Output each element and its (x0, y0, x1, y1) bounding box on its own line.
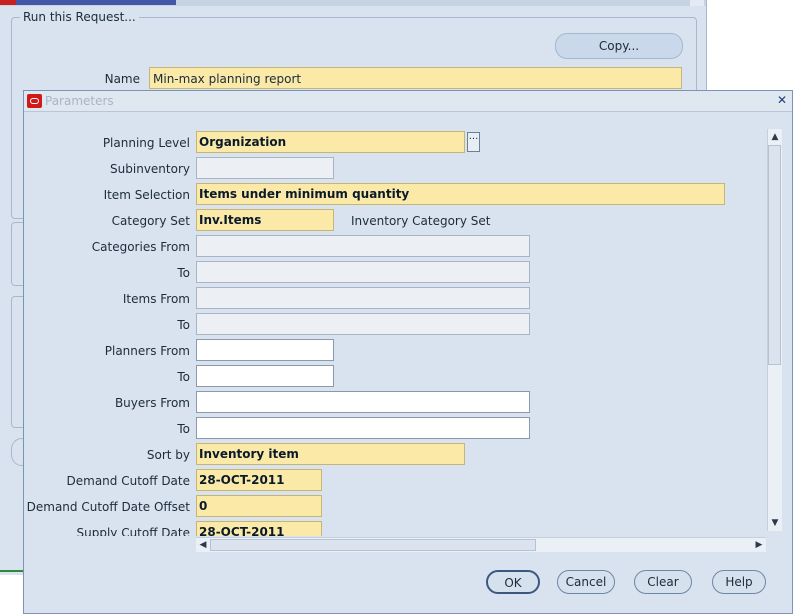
category-set-label: Category Set (111, 214, 190, 228)
items-to-field[interactable] (196, 313, 530, 335)
categories-to-label: To (177, 266, 190, 280)
categories-from-field[interactable] (196, 235, 530, 257)
supply-cutoff-date-label: Supply Cutoff Date (76, 526, 190, 536)
parameters-dialog: Parameters ✕ Planning Level Organization… (23, 90, 793, 614)
subinventory-field[interactable] (196, 157, 334, 179)
background-title-marker (0, 0, 16, 5)
oracle-logo-icon (27, 94, 42, 108)
category-set-description: Inventory Category Set (351, 214, 491, 228)
list-of-values-button[interactable]: ··· (467, 132, 480, 152)
close-icon[interactable]: ✕ (776, 94, 788, 106)
demand-cutoff-offset-field[interactable]: 0 (196, 495, 322, 517)
subinventory-label: Subinventory (110, 162, 190, 176)
cancel-button[interactable]: Cancel (557, 570, 615, 594)
planners-to-label: To (177, 370, 190, 384)
planners-to-field[interactable] (196, 365, 334, 387)
item-selection-field[interactable]: Items under minimum quantity (196, 183, 725, 205)
buyers-to-label: To (177, 422, 190, 436)
scroll-right-icon[interactable]: ▶ (753, 539, 765, 551)
buyers-from-field[interactable] (196, 391, 530, 413)
dialog-titlebar[interactable]: Parameters ✕ (24, 91, 792, 112)
scroll-left-icon[interactable]: ◀ (197, 539, 209, 551)
horizontal-scrollbar[interactable]: ◀ ▶ (196, 537, 766, 552)
item-selection-label: Item Selection (103, 188, 190, 202)
copy-button[interactable]: Copy... (555, 33, 683, 59)
ok-button[interactable]: OK (486, 570, 540, 594)
items-from-label: Items From (122, 292, 190, 306)
clear-button[interactable]: Clear (634, 570, 692, 594)
background-title-highlight (16, 0, 176, 5)
categories-from-label: Categories From (91, 240, 190, 254)
supply-cutoff-date-field[interactable]: 28-OCT-2011 (196, 521, 322, 536)
name-field[interactable]: Min-max planning report (149, 67, 682, 89)
buyers-to-field[interactable] (196, 417, 530, 439)
horizontal-scroll-thumb[interactable] (210, 539, 536, 551)
background-scroll-stub (690, 0, 704, 6)
scroll-down-icon[interactable]: ▼ (769, 517, 781, 529)
sort-by-field[interactable]: Inventory item (196, 443, 465, 465)
help-button[interactable]: Help (712, 570, 766, 594)
planning-level-label: Planning Level (102, 136, 190, 150)
categories-to-field[interactable] (196, 261, 530, 283)
buyers-from-label: Buyers From (114, 396, 190, 410)
scroll-up-icon[interactable]: ▲ (769, 131, 781, 143)
dialog-title: Parameters (45, 94, 114, 108)
demand-cutoff-date-field[interactable]: 28-OCT-2011 (196, 469, 322, 491)
clipped-row: Supply Cutoff Date 28-OCT-2011 (24, 519, 766, 536)
vertical-scroll-thumb[interactable] (768, 145, 781, 365)
vertical-scrollbar[interactable]: ▲ ▼ (767, 129, 782, 531)
planners-from-label: Planners From (104, 344, 190, 358)
background-status-line (0, 570, 24, 572)
name-label: Name (104, 72, 140, 86)
planners-from-field[interactable] (196, 339, 334, 361)
items-from-field[interactable] (196, 287, 530, 309)
run-request-legend: Run this Request... (20, 10, 139, 24)
demand-cutoff-offset-label: Demand Cutoff Date Offset (26, 500, 190, 514)
demand-cutoff-date-label: Demand Cutoff Date (66, 474, 191, 488)
category-set-field[interactable]: Inv.Items (196, 209, 334, 231)
sort-by-label: Sort by (146, 448, 190, 462)
items-to-label: To (177, 318, 190, 332)
planning-level-field[interactable]: Organization (196, 131, 465, 153)
